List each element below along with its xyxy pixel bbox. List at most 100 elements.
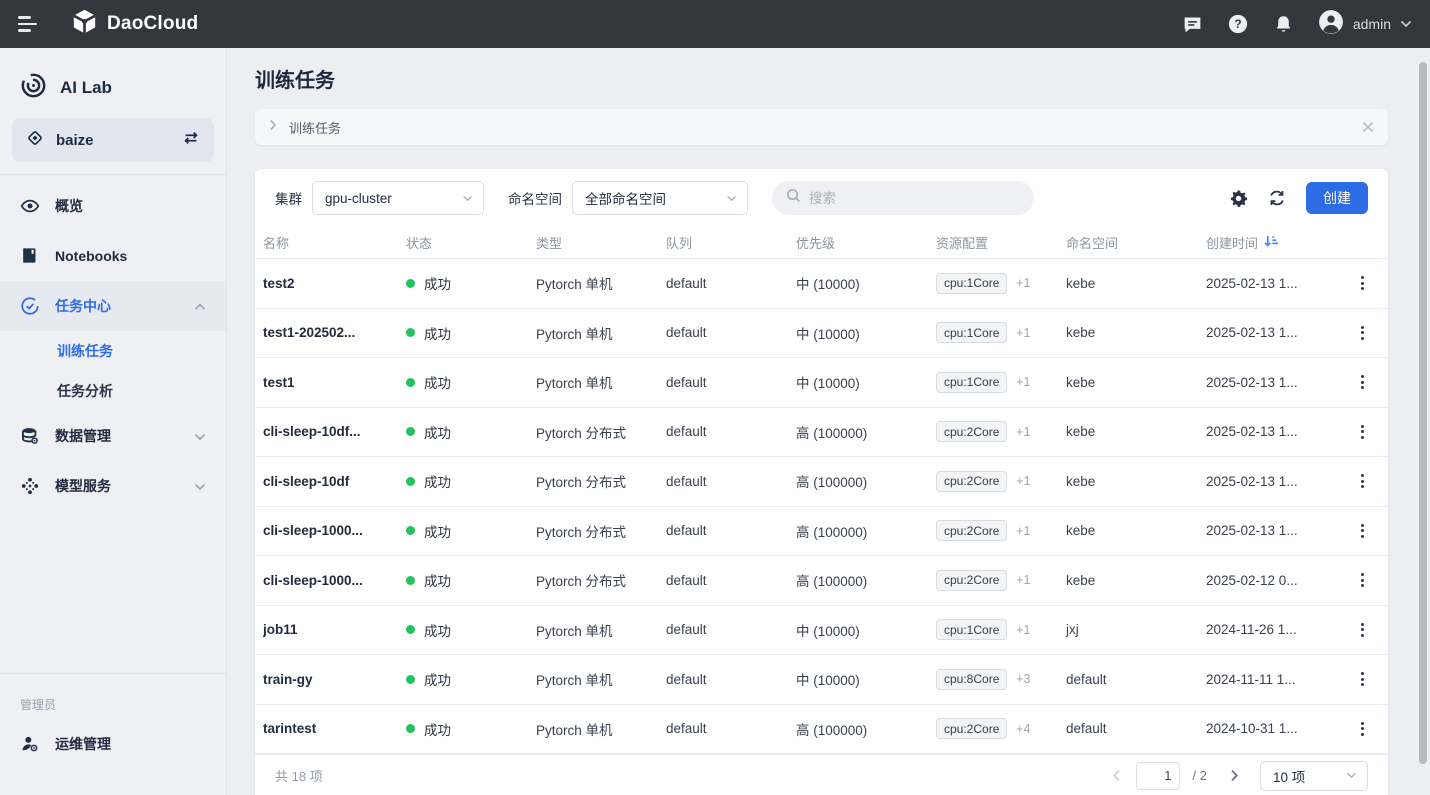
job-resources: cpu:2Core +1	[936, 520, 1066, 541]
workspace-selector[interactable]: baize	[12, 118, 214, 162]
job-name[interactable]: cli-sleep-1000...	[263, 523, 406, 538]
status-dot-icon	[406, 724, 415, 733]
page-size-select[interactable]: 10 项	[1260, 761, 1368, 791]
resource-extra-count[interactable]: +1	[1016, 326, 1030, 340]
namespace-select[interactable]: 全部命名空间	[572, 181, 748, 215]
job-resources: cpu:1Core +1	[936, 372, 1066, 393]
brand-name: DaoCloud	[107, 13, 198, 35]
daocloud-logo-icon	[71, 8, 98, 40]
job-name[interactable]: test1-202502...	[263, 325, 406, 340]
sidebar-item-data-management[interactable]: 数据管理	[0, 411, 226, 461]
job-name[interactable]: test1	[263, 375, 406, 390]
table-row[interactable]: test1 成功 Pytorch 单机 default 中 (10000) cp…	[255, 358, 1388, 408]
row-actions-kebab-icon[interactable]	[1355, 617, 1370, 643]
sidebar-item-model-services[interactable]: 模型服务	[0, 461, 226, 511]
sidebar-item-overview[interactable]: 概览	[0, 181, 226, 231]
job-namespace: kebe	[1066, 523, 1206, 538]
sidebar-subitem-training-jobs[interactable]: 训练任务	[0, 331, 226, 371]
row-actions-kebab-icon[interactable]	[1355, 320, 1370, 346]
close-icon[interactable]	[1362, 121, 1374, 133]
table-row[interactable]: cli-sleep-10df 成功 Pytorch 分布式 default 高 …	[255, 457, 1388, 507]
menu-toggle-icon[interactable]	[18, 16, 37, 32]
resource-extra-count[interactable]: +1	[1016, 623, 1030, 637]
settings-gear-icon[interactable]	[1229, 189, 1248, 208]
resource-chip: cpu:2Core	[936, 520, 1007, 541]
search-icon	[786, 188, 801, 208]
table-row[interactable]: cli-sleep-1000... 成功 Pytorch 分布式 default…	[255, 556, 1388, 606]
job-resources: cpu:1Core +1	[936, 322, 1066, 343]
row-actions-kebab-icon[interactable]	[1355, 369, 1370, 395]
job-type: Pytorch 单机	[536, 669, 666, 689]
job-resources: cpu:8Core +3	[936, 669, 1066, 690]
job-namespace: kebe	[1066, 474, 1206, 489]
table-row[interactable]: cli-sleep-1000... 成功 Pytorch 分布式 default…	[255, 507, 1388, 557]
job-name[interactable]: cli-sleep-1000...	[263, 573, 406, 588]
sidebar-item-notebooks[interactable]: Notebooks	[0, 231, 226, 281]
row-actions-kebab-icon[interactable]	[1355, 468, 1370, 494]
sidebar-item-task-center[interactable]: 任务中心	[0, 281, 226, 331]
row-actions-kebab-icon[interactable]	[1355, 567, 1370, 593]
resource-extra-count[interactable]: +4	[1016, 722, 1030, 736]
sidebar-item-label: Notebooks	[55, 248, 206, 264]
brand[interactable]: DaoCloud	[71, 8, 198, 40]
table-body: test2 成功 Pytorch 单机 default 中 (10000) cp…	[255, 259, 1388, 754]
cluster-select[interactable]: gpu-cluster	[312, 181, 484, 215]
help-icon[interactable]: ?	[1227, 13, 1249, 35]
job-resources: cpu:1Core +1	[936, 619, 1066, 640]
col-header-resources[interactable]: 资源配置	[936, 233, 1066, 252]
table-row[interactable]: job11 成功 Pytorch 单机 default 中 (10000) cp…	[255, 606, 1388, 656]
row-actions-kebab-icon[interactable]	[1355, 518, 1370, 544]
row-actions-kebab-icon[interactable]	[1355, 666, 1370, 692]
search-input[interactable]	[809, 191, 1020, 206]
sidebar-item-label: 概览	[55, 196, 206, 216]
messages-icon[interactable]	[1182, 14, 1203, 35]
resource-extra-count[interactable]: +1	[1016, 573, 1030, 587]
job-name[interactable]: test2	[263, 276, 406, 291]
page-number-input[interactable]	[1136, 762, 1180, 790]
sort-descending-icon[interactable]	[1264, 234, 1279, 251]
refresh-icon[interactable]	[1267, 188, 1287, 208]
next-page-icon[interactable]	[1228, 767, 1241, 784]
prev-page-icon[interactable]	[1110, 767, 1123, 784]
table-row[interactable]: test1-202502... 成功 Pytorch 单机 default 中 …	[255, 309, 1388, 359]
resource-extra-count[interactable]: +1	[1016, 474, 1030, 488]
workspace-switch-icon[interactable]	[182, 130, 200, 151]
col-header-status[interactable]: 状态	[406, 233, 536, 252]
user-name: admin	[1353, 16, 1391, 32]
job-name[interactable]: cli-sleep-10df	[263, 474, 406, 489]
status-text: 成功	[424, 669, 451, 689]
user-menu[interactable]: admin	[1318, 9, 1412, 40]
job-created-time: 2025-02-13 1...	[1206, 424, 1336, 439]
table-row[interactable]: train-gy 成功 Pytorch 单机 default 中 (10000)…	[255, 655, 1388, 705]
status-text: 成功	[424, 620, 451, 640]
resource-extra-count[interactable]: +1	[1016, 524, 1030, 538]
vertical-scrollbar[interactable]	[1419, 62, 1427, 764]
row-actions-kebab-icon[interactable]	[1355, 716, 1370, 742]
resource-extra-count[interactable]: +1	[1016, 375, 1030, 389]
sidebar-subitem-job-analysis[interactable]: 任务分析	[0, 371, 226, 411]
resource-extra-count[interactable]: +1	[1016, 425, 1030, 439]
sidebar-item-label: 任务中心	[55, 296, 179, 316]
resource-extra-count[interactable]: +1	[1016, 276, 1030, 290]
notifications-bell-icon[interactable]	[1273, 14, 1294, 35]
sidebar-item-ops-management[interactable]: 运维管理	[0, 719, 226, 769]
job-name[interactable]: cli-sleep-10df...	[263, 424, 406, 439]
resource-extra-count[interactable]: +3	[1016, 672, 1030, 686]
table-row[interactable]: tarintest 成功 Pytorch 单机 default 高 (10000…	[255, 705, 1388, 755]
row-actions-kebab-icon[interactable]	[1355, 270, 1370, 296]
col-header-queue[interactable]: 队列	[666, 233, 796, 252]
table-row[interactable]: cli-sleep-10df... 成功 Pytorch 分布式 default…	[255, 408, 1388, 458]
col-header-type[interactable]: 类型	[536, 233, 666, 252]
sidebar-item-label: 运维管理	[55, 734, 206, 754]
row-actions-kebab-icon[interactable]	[1355, 419, 1370, 445]
col-header-created[interactable]: 创建时间	[1206, 233, 1336, 252]
create-button[interactable]: 创建	[1306, 182, 1368, 214]
job-name[interactable]: train-gy	[263, 672, 406, 687]
chevron-right-icon[interactable]	[269, 118, 277, 136]
table-row[interactable]: test2 成功 Pytorch 单机 default 中 (10000) cp…	[255, 259, 1388, 309]
job-name[interactable]: tarintest	[263, 721, 406, 736]
col-header-priority[interactable]: 优先级	[796, 233, 936, 252]
col-header-namespace[interactable]: 命名空间	[1066, 233, 1206, 252]
job-name[interactable]: job11	[263, 622, 406, 637]
col-header-name[interactable]: 名称	[263, 233, 406, 252]
